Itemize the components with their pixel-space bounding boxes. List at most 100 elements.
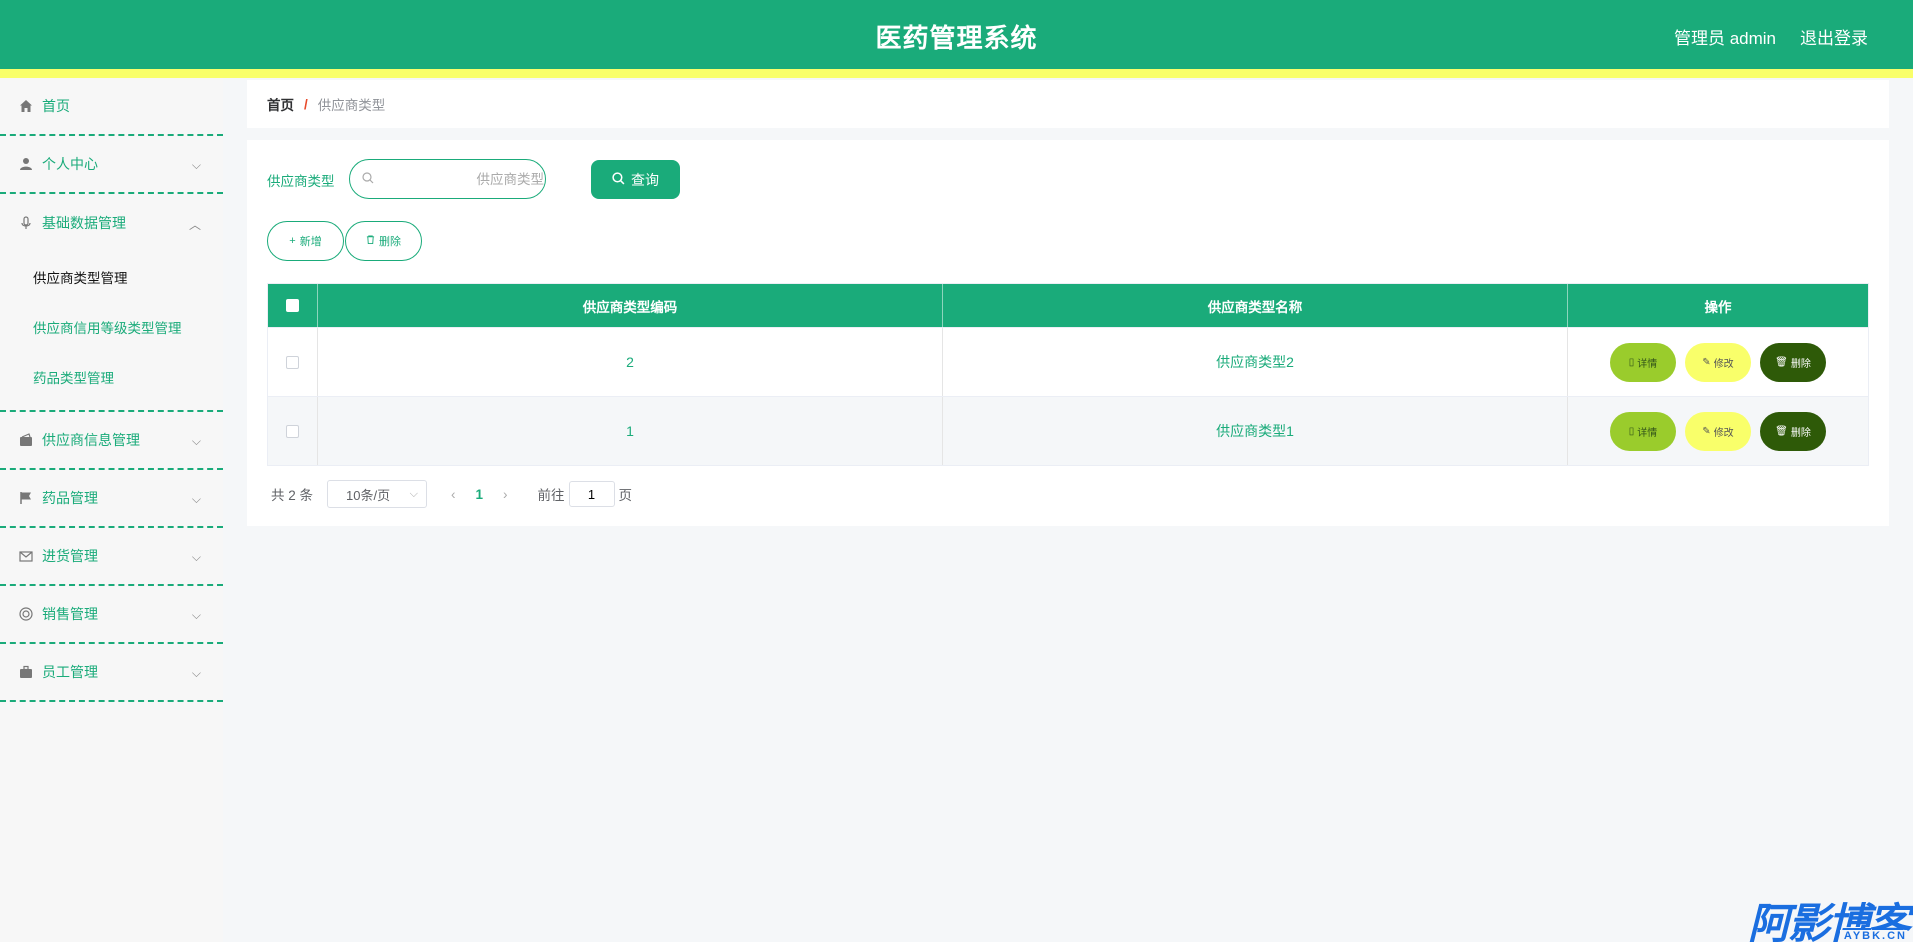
detail-button[interactable]: ▯ 详情 — [1610, 411, 1676, 451]
main-panel: 供应商类型 查询 + 新增 删除 供应商类型编码 供应商类型名称 操作 2 供应 — [247, 140, 1889, 526]
trash-icon: 🗑 — [1775, 425, 1788, 437]
mail-icon — [18, 548, 34, 564]
prev-page-button[interactable]: ‹ — [451, 487, 456, 502]
search-field[interactable] — [349, 159, 546, 199]
edit-label: 修改 — [1713, 427, 1734, 439]
row-checkbox[interactable] — [286, 355, 299, 369]
chevron-up-icon: ︿ — [188, 218, 201, 232]
pagination: 共 2 条 10条/页 ⌵ ‹ 1 › 前往 页 — [271, 480, 632, 508]
edit-label: 修改 — [1713, 358, 1734, 370]
edit-button[interactable]: ✎ 修改 — [1685, 342, 1751, 382]
sidebar-item-label: 基础数据管理 — [42, 215, 126, 231]
delete-button[interactable]: 🗑 删除 — [1760, 411, 1826, 451]
breadcrumb-separator: / — [304, 96, 308, 112]
goto-prefix: 前往 — [537, 488, 565, 503]
home-icon — [18, 98, 34, 114]
lifebuoy-icon — [18, 606, 34, 622]
delete-label: 删除 — [1790, 358, 1811, 370]
flag-icon — [18, 490, 34, 506]
sidebar-item-sales[interactable]: 销售管理 ⌵ — [0, 586, 223, 644]
detail-button[interactable]: ▯ 详情 — [1610, 342, 1676, 382]
page-number[interactable]: 1 — [476, 487, 484, 502]
search-label: 供应商类型 — [267, 174, 335, 189]
cell-name: 供应商类型1 — [943, 397, 1568, 465]
add-button[interactable]: + 新增 — [267, 221, 344, 261]
delete-button-label: 删除 — [379, 236, 401, 248]
pagination-total: 共 2 条 — [271, 488, 314, 503]
sidebar-item-label: 供应商信息管理 — [42, 432, 140, 448]
detail-label: 详情 — [1637, 427, 1658, 439]
goto-suffix: 页 — [618, 488, 633, 503]
cell-name: 供应商类型2 — [943, 328, 1568, 396]
microphone-icon — [18, 215, 34, 231]
wallet-icon — [18, 432, 34, 448]
row-checkbox[interactable] — [286, 424, 299, 438]
row-select-cell — [268, 328, 318, 396]
page-size-value: 10条/页 — [346, 487, 391, 503]
sidebar-item-personal[interactable]: 个人中心 ⌵ — [0, 136, 223, 194]
goto-page: 前往 页 — [537, 481, 633, 507]
sidebar-subitem-drug-type[interactable]: 药品类型管理 — [0, 352, 223, 402]
batch-delete-button[interactable]: 删除 — [345, 221, 422, 261]
sidebar-item-basic-data[interactable]: 基础数据管理 ︿ — [0, 194, 223, 252]
column-header: 操作 — [1704, 299, 1732, 315]
divider — [0, 402, 223, 412]
column-header[interactable]: 供应商类型编码 — [318, 284, 943, 327]
sidebar-item-home[interactable]: 首页 — [0, 78, 223, 136]
query-button[interactable]: 查询 — [591, 160, 680, 199]
sidebar-subitem-supplier-type[interactable]: 供应商类型管理 — [0, 252, 223, 302]
select-all-checkbox[interactable] — [286, 299, 299, 312]
query-button-label: 查询 — [631, 171, 659, 188]
sidebar: 首页 个人中心 ⌵ 基础数据管理 ︿ 供应商类型管理 供应商信用等级类型管理 药… — [0, 78, 223, 942]
sidebar-item-label: 进货管理 — [42, 548, 98, 564]
add-button-label: 新增 — [299, 236, 322, 248]
column-header[interactable]: 供应商类型名称 — [943, 284, 1568, 327]
search-icon — [362, 171, 374, 187]
chevron-down-icon: ⌵ — [191, 666, 201, 680]
detail-label: 详情 — [1637, 358, 1658, 370]
chevron-down-icon: ⌵ — [191, 158, 201, 172]
next-page-button[interactable]: › — [503, 487, 508, 502]
cell-ops: ▯ 详情 ✎ 修改 🗑 删除 — [1568, 397, 1868, 465]
pencil-icon: ✎ — [1702, 425, 1711, 437]
sidebar-item-drug[interactable]: 药品管理 ⌵ — [0, 470, 223, 528]
cell-code: 2 — [318, 328, 943, 396]
delete-button[interactable]: 🗑 删除 — [1760, 342, 1826, 382]
user-area: 管理员 admin 退出登录 — [1674, 24, 1868, 49]
briefcase-icon — [18, 664, 34, 680]
breadcrumb-current: 供应商类型 — [317, 98, 386, 113]
delete-label: 删除 — [1790, 427, 1811, 439]
table-row: 2 供应商类型2 ▯ 详情 ✎ 修改 🗑 删除 — [268, 327, 1868, 396]
header-stripe — [0, 69, 1913, 78]
sidebar-subitem-credit-type[interactable]: 供应商信用等级类型管理 — [0, 302, 223, 352]
table-header: 供应商类型编码 供应商类型名称 操作 — [268, 284, 1868, 327]
sidebar-item-label: 首页 — [42, 98, 70, 114]
search-input[interactable] — [394, 171, 544, 187]
app-title: 医药管理系统 — [875, 23, 1038, 53]
sidebar-item-purchase[interactable]: 进货管理 ⌵ — [0, 528, 223, 586]
sidebar-item-label: 员工管理 — [42, 664, 98, 680]
trash-icon: 🗑 — [1775, 356, 1788, 368]
sidebar-item-label: 药品管理 — [42, 490, 98, 506]
sidebar-item-supplier-info[interactable]: 供应商信息管理 ⌵ — [0, 412, 223, 470]
edit-button[interactable]: ✎ 修改 — [1685, 411, 1751, 451]
goto-page-input[interactable] — [568, 481, 615, 507]
select-all-cell — [268, 284, 318, 327]
sidebar-item-staff[interactable]: 员工管理 ⌵ — [0, 644, 223, 702]
data-table: 供应商类型编码 供应商类型名称 操作 2 供应商类型2 ▯ 详情 ✎ 修改 🗑 删除 … — [267, 283, 1869, 466]
trash-icon — [366, 235, 375, 247]
row-select-cell — [268, 397, 318, 465]
user-label: 管理员 admin — [1673, 29, 1776, 48]
breadcrumb-home[interactable]: 首页 — [267, 94, 294, 114]
document-icon: ▯ — [1628, 356, 1635, 368]
page-size-select[interactable]: 10条/页 ⌵ — [327, 480, 428, 508]
breadcrumb: 首页 / 供应商类型 — [247, 80, 1889, 128]
pencil-icon: ✎ — [1702, 356, 1711, 368]
chevron-down-icon: ⌵ — [191, 434, 201, 448]
chevron-down-icon: ⌵ — [191, 550, 201, 564]
cell-code: 1 — [318, 397, 943, 465]
chevron-down-icon: ⌵ — [191, 492, 201, 506]
search-icon — [612, 171, 625, 188]
logout-link[interactable]: 退出登录 — [1800, 24, 1868, 49]
chevron-down-icon: ⌵ — [409, 487, 419, 500]
